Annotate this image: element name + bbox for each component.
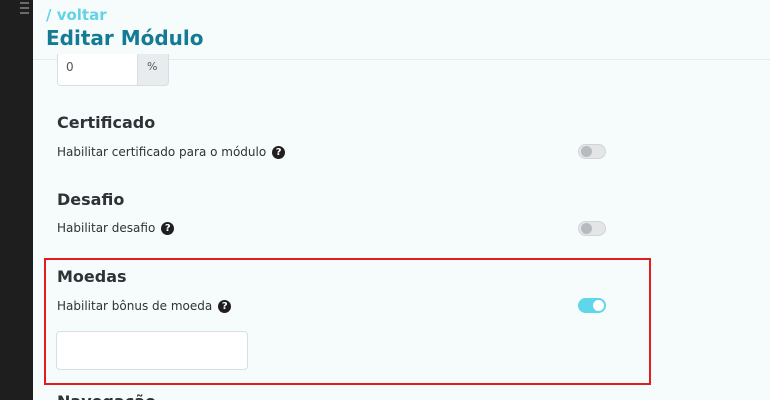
section-title-certificate: Certificado	[57, 113, 156, 132]
coin-bonus-input[interactable]	[56, 331, 248, 370]
percentage-addon: %	[137, 54, 169, 86]
question-circle-icon[interactable]: ?	[161, 221, 175, 235]
edit-module-panel: / voltar Editar Módulo 0 % Certificado H…	[33, 0, 770, 400]
page-title: Editar Módulo	[46, 26, 204, 50]
challenge-toggle[interactable]	[578, 221, 606, 236]
section-title-challenge: Desafio	[57, 190, 125, 209]
section-title-coins: Moedas	[57, 267, 127, 286]
menu-icon[interactable]	[18, 0, 32, 18]
setting-row-certificate: Habilitar certificado para o módulo ?	[57, 145, 286, 159]
toggle-knob	[581, 223, 592, 234]
percentage-addon-label: %	[147, 60, 158, 73]
certificate-toggle[interactable]	[578, 144, 606, 159]
toggle-knob	[581, 146, 592, 157]
setting-row-coins: Habilitar bônus de moeda ?	[57, 299, 232, 313]
coins-toggle[interactable]	[578, 298, 606, 313]
left-sidebar	[0, 0, 33, 400]
toggle-knob	[593, 300, 604, 311]
setting-label-coins: Habilitar bônus de moeda	[57, 299, 213, 313]
section-title-next: Navegação	[57, 392, 156, 400]
setting-row-challenge: Habilitar desafio ?	[57, 221, 175, 235]
setting-label-certificate: Habilitar certificado para o módulo	[57, 145, 267, 159]
question-circle-icon[interactable]: ?	[218, 299, 232, 313]
page-header: / voltar Editar Módulo	[33, 0, 770, 60]
setting-label-challenge: Habilitar desafio	[57, 221, 156, 235]
percentage-input-value: 0	[66, 60, 74, 74]
question-circle-icon[interactable]: ?	[272, 145, 286, 159]
back-link[interactable]: / voltar	[46, 6, 107, 24]
